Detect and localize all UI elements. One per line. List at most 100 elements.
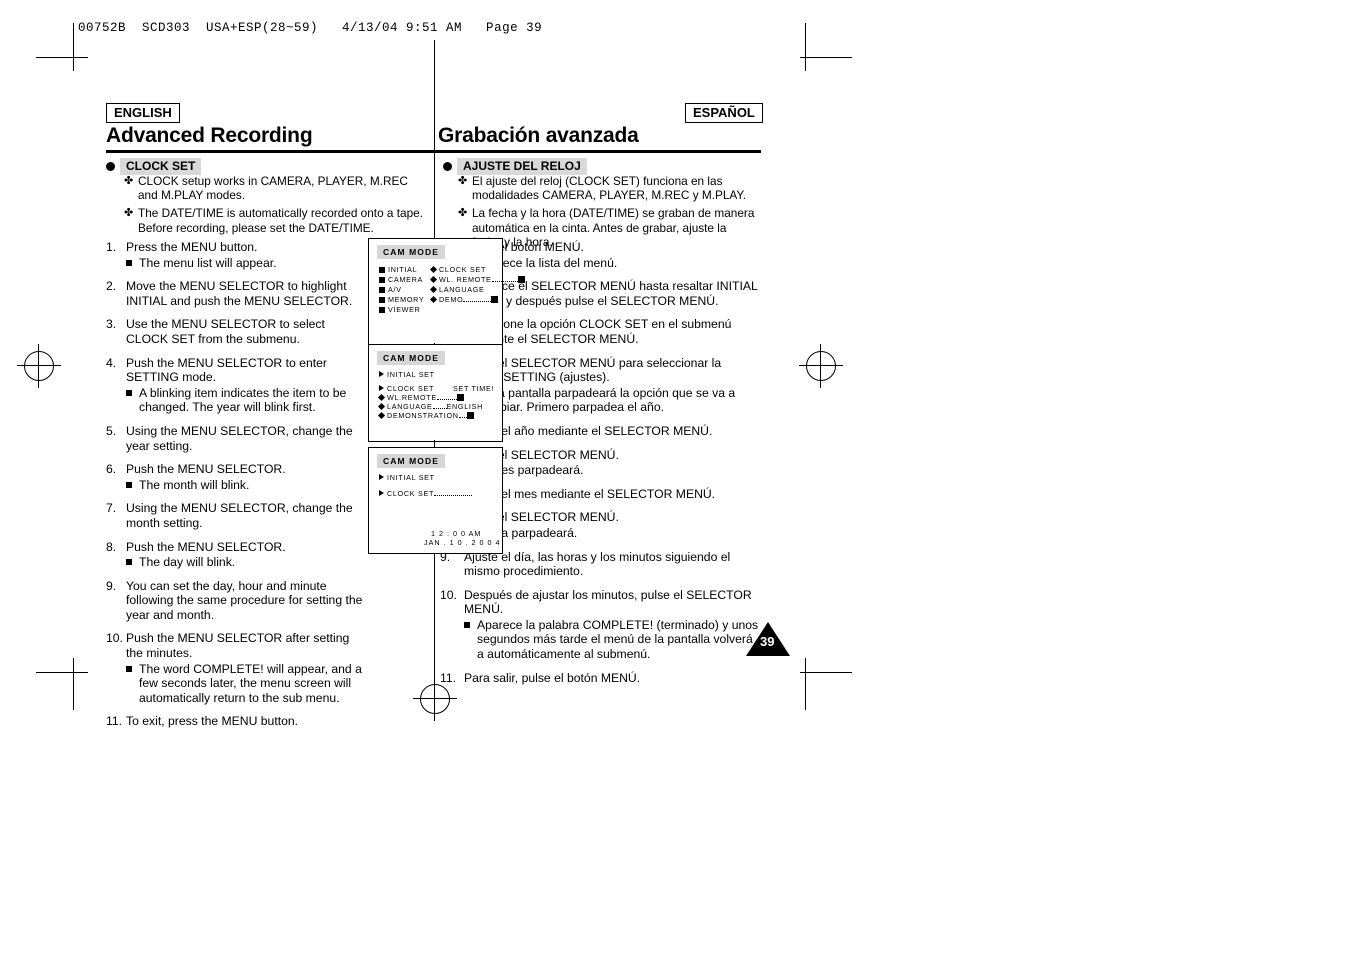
- crop-mark-top-right-v: [805, 23, 806, 71]
- lcd3-row: CLOCK SET: [379, 489, 473, 498]
- intro-espanol-line-0: El ajuste del reloj (CLOCK SET) funciona…: [472, 174, 747, 203]
- step-number: 9.: [106, 578, 117, 593]
- lcd3-header: INITIAL SET: [379, 473, 435, 482]
- square-bullet-icon: [126, 386, 139, 415]
- section-label-espanol: AJUSTE DEL RELOJ: [457, 158, 587, 175]
- step-number: 3.: [106, 317, 117, 332]
- step-number: 10.: [106, 631, 123, 646]
- lcd3-time: 1 2 : 0 0 AM: [431, 529, 482, 538]
- diamond-icon: ✤: [124, 175, 134, 187]
- step-sub-text: The day will blink.: [139, 555, 236, 570]
- lcd2-row-2: LANGUAGE ENGLISH: [377, 402, 483, 411]
- section-label-english: CLOCK SET: [120, 158, 202, 175]
- step-number: 4.: [106, 355, 117, 370]
- lcd1-row-1-right: WL. REMOTE: [429, 275, 525, 284]
- crop-mark-bottom-left: [36, 672, 88, 673]
- list-item: 10. Push the MENU SELECTOR after setting …: [106, 631, 366, 705]
- lcd2-row-1: WL.REMOTE: [377, 393, 464, 402]
- step-number: 8.: [106, 539, 117, 554]
- lcd-screen-clock-setting: CAM MODE INITIAL SET CLOCK SET 1 2 : 0 0…: [368, 447, 503, 554]
- step-sub-text: The month will blink.: [139, 477, 250, 492]
- step-number: 6.: [106, 462, 117, 477]
- lcd2-header: INITIAL SET: [379, 370, 435, 379]
- registration-mark-right: [799, 344, 843, 388]
- bullet-icon: [106, 162, 115, 171]
- lcd1-row-4-left: VIEWER: [379, 305, 421, 314]
- list-item: 11. To exit, press the MENU button.: [106, 714, 366, 729]
- step-sub-item: Aparece la lista del menú.: [464, 256, 760, 271]
- section-head-english: CLOCK SET: [106, 158, 202, 175]
- step-text: Using the MENU SELECTOR, change the mont…: [126, 501, 353, 530]
- lcd1-row-3-left: MEMORY: [379, 295, 424, 304]
- badge-english: ENGLISH: [106, 103, 180, 123]
- intro-espanol: ✤ El ajuste del reloj (CLOCK SET) funcio…: [458, 174, 758, 249]
- step-text: Ajuste el día, las horas y los minutos s…: [464, 549, 731, 579]
- square-bullet-icon: [126, 478, 139, 493]
- crop-mark-top-left-v: [73, 23, 74, 71]
- lcd2-mode-label: CAM MODE: [377, 351, 446, 365]
- step-sub-item: Aparece la palabra COMPLETE! (terminado)…: [464, 618, 760, 662]
- title-rule: [106, 150, 761, 153]
- list-item: 1. Press the MENU button. The menu list wi…: [106, 240, 366, 270]
- lcd2-row-0-value: SET TIME!: [453, 384, 495, 393]
- step-number: 5.: [106, 423, 117, 438]
- lcd-screen-menu-list: CAM MODE INITIAL CLOCK SET CAMERA WL. RE…: [368, 238, 525, 345]
- crop-mark-bottom-left-v: [73, 658, 74, 710]
- step-sub-text: Aparece la palabra COMPLETE! (terminado)…: [477, 617, 759, 662]
- step-text: Después de ajustar los minutos, pulse el…: [464, 587, 752, 617]
- lcd1-row-0-right: CLOCK SET: [429, 265, 486, 274]
- step-sub-item: A blinking item indicates the item to be…: [126, 386, 366, 415]
- step-text: Press the MENU button.: [126, 240, 258, 254]
- bullet-icon: [443, 162, 452, 171]
- step-sub-text: The menu list will appear.: [139, 255, 277, 270]
- step-text: Using the MENU SELECTOR, change the year…: [126, 423, 353, 453]
- step-number: 11.: [440, 670, 457, 685]
- step-number: 7.: [106, 501, 117, 516]
- list-item: 7. Using the MENU SELECTOR, change the mo…: [106, 501, 366, 530]
- diamond-icon: ✤: [458, 175, 468, 187]
- lcd-screen-initial-set: CAM MODE INITIAL SET CLOCK SET SET TIME!…: [368, 344, 503, 442]
- badge-espanol: ESPAÑOL: [685, 103, 763, 123]
- steps-english: 1. Press the MENU button. The menu list wi…: [106, 240, 366, 738]
- step-number: 10.: [440, 587, 457, 602]
- step-sub-item: El mes parpadeará.: [464, 463, 760, 478]
- step-sub-text: A blinking item indicates the item to be…: [139, 385, 347, 415]
- list-item: 2. Move the MENU SELECTOR to highlight IN…: [106, 279, 366, 308]
- square-bullet-icon: [126, 256, 139, 271]
- crop-mark-bottom-right: [800, 672, 852, 673]
- step-text: Para salir, pulse el botón MENÚ.: [464, 670, 641, 685]
- square-bullet-icon: [126, 555, 139, 570]
- square-bullet-icon: [126, 662, 139, 706]
- lcd3-date: JAN . 1 0 . 2 0 0 4: [424, 538, 501, 547]
- list-item: 10. Después de ajustar los minutos, pulse…: [440, 588, 760, 662]
- lcd1-row-3-right: DEMO: [429, 295, 499, 304]
- section-head-espanol: AJUSTE DEL RELOJ: [443, 158, 587, 175]
- list-item: 3. Use the MENU SELECTOR to select CLOCK …: [106, 317, 366, 346]
- step-text: Pulse el SELECTOR MENÚ para seleccionar …: [464, 355, 722, 385]
- step-text: Use the MENU SELECTOR to select CLOCK SE…: [126, 317, 325, 346]
- step-text: Push the MENU SELECTOR.: [126, 462, 286, 477]
- lcd1-row-1-left: CAMERA: [379, 275, 423, 284]
- square-bullet-icon: [464, 618, 477, 662]
- list-item: 4. Push the MENU SELECTOR to enter SETTIN…: [106, 356, 366, 415]
- step-sub-text: The word COMPLETE! will appear, and a fe…: [139, 661, 362, 705]
- step-text: Move the MENU SELECTOR to highlight INIT…: [126, 279, 353, 308]
- step-text: Push the MENU SELECTOR to enter SETTING …: [126, 355, 327, 385]
- lcd-connector-2: [434, 440, 435, 448]
- lcd1-row-0-left: INITIAL: [379, 265, 417, 274]
- step-sub-item: The day will blink.: [126, 555, 366, 570]
- lcd-connector-1: [434, 343, 435, 345]
- lcd1-row-2-left: A/V: [379, 285, 402, 294]
- step-sub-item: The menu list will appear.: [126, 256, 366, 271]
- lcd1-mode-label: CAM MODE: [377, 245, 446, 259]
- step-number: 1.: [106, 240, 117, 254]
- step-text: Push the MENU SELECTOR.: [126, 539, 286, 554]
- lcd2-row-0: CLOCK SET: [379, 384, 434, 393]
- list-item: 11. Para salir, pulse el botón MENÚ.: [440, 671, 760, 686]
- step-sub-item: The month will blink.: [126, 478, 366, 493]
- intro-english: ✤ CLOCK setup works in CAMERA, PLAYER, M…: [124, 174, 424, 235]
- step-sub-item: The word COMPLETE! will appear, and a fe…: [126, 662, 366, 706]
- step-text: You can set the day, hour and minute fol…: [126, 578, 363, 622]
- intro-english-line-1: The DATE/TIME is automatically recorded …: [138, 206, 423, 235]
- page-title-english: Advanced Recording: [106, 124, 313, 147]
